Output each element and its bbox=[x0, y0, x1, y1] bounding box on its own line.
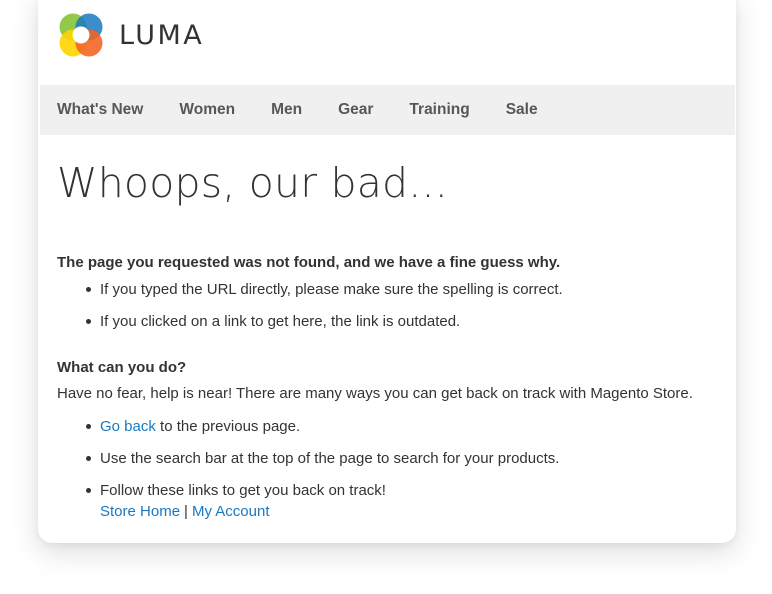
nav-item-sale[interactable]: Sale bbox=[506, 102, 538, 118]
nav-item-men[interactable]: Men bbox=[271, 102, 302, 118]
go-back-text: to the previous page. bbox=[155, 418, 301, 435]
what-can-you-do-heading: What can you do? bbox=[57, 359, 187, 376]
page-card: LUMA What's New Women Men Gear Training … bbox=[38, 0, 736, 543]
my-account-link[interactable]: My Account bbox=[192, 503, 270, 520]
store-home-link[interactable]: Store Home bbox=[100, 503, 180, 520]
header: LUMA bbox=[38, 0, 736, 85]
link-separator: | bbox=[184, 503, 188, 520]
suggestions-list: Go back to the previous page. Use the se… bbox=[57, 416, 727, 522]
nav-item-training[interactable]: Training bbox=[409, 102, 469, 118]
follow-links-text: Follow these links to get you back on tr… bbox=[100, 482, 386, 499]
list-item: If you clicked on a link to get here, th… bbox=[86, 311, 727, 332]
luma-logo-icon bbox=[59, 13, 103, 57]
list-item: Go back to the previous page. bbox=[86, 416, 727, 437]
nav-item-gear[interactable]: Gear bbox=[338, 102, 373, 118]
luma-logo[interactable]: LUMA bbox=[57, 11, 204, 59]
nav-item-whats-new[interactable]: What's New bbox=[57, 102, 143, 118]
page-title: Whoops, our bad... bbox=[57, 159, 448, 207]
help-intro-text: Have no fear, help is near! There are ma… bbox=[57, 385, 693, 402]
list-item: Follow these links to get you back on tr… bbox=[86, 480, 727, 522]
list-item: If you typed the URL directly, please ma… bbox=[86, 279, 727, 300]
not-found-message: The page you requested was not found, an… bbox=[57, 254, 561, 271]
main-content: Whoops, our bad... The page you requeste… bbox=[57, 135, 727, 522]
go-back-link[interactable]: Go back bbox=[100, 418, 156, 435]
reasons-list: If you typed the URL directly, please ma… bbox=[57, 279, 727, 332]
nav-item-women[interactable]: Women bbox=[179, 102, 235, 118]
list-item: Use the search bar at the top of the pag… bbox=[86, 448, 727, 469]
main-navigation: What's New Women Men Gear Training Sale bbox=[40, 85, 735, 135]
logo-text: LUMA bbox=[119, 19, 205, 51]
